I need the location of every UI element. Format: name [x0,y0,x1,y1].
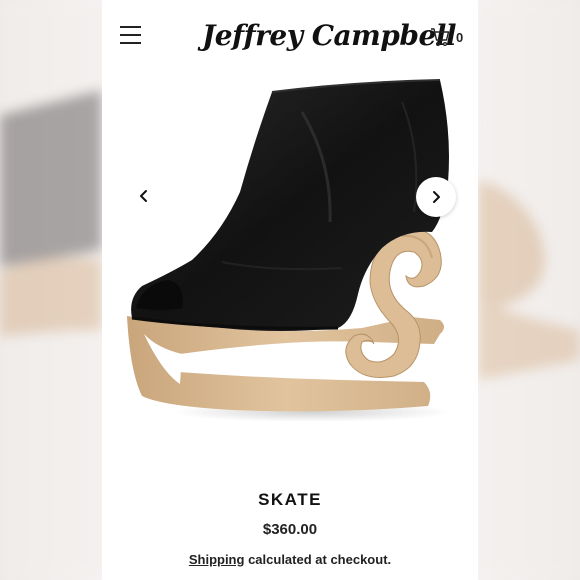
brand-logo[interactable]: Jeffrey Campbell [202,14,457,58]
screenshot-frame: Jeffrey Campbell 0 SKATE $360.00 Shippin… [0,0,580,580]
site-header: Jeffrey Campbell 0 [102,0,478,72]
chevron-left-icon [140,190,147,202]
shipping-note: Shipping calculated at checkout. [102,552,478,567]
product-image [127,79,452,422]
product-page: Jeffrey Campbell 0 SKATE $360.00 Shippin… [102,0,478,580]
blurred-backdrop-left [0,0,102,580]
shipping-note-text: calculated at checkout. [248,552,392,567]
blurred-backdrop-right [478,0,580,580]
cart-icon [431,28,450,47]
cart-button[interactable]: 0 [430,26,463,48]
hamburger-menu-icon[interactable] [120,26,144,46]
gallery-next-button[interactable] [416,177,456,217]
product-title: SKATE [258,490,322,509]
product-price: $360.00 [262,521,318,538]
gallery-prev-button[interactable] [132,184,156,208]
shipping-policy-link[interactable]: Shipping [189,552,245,567]
chevron-right-icon [433,191,440,203]
cart-count-badge: 0 [456,29,464,45]
product-image-gallery[interactable] [102,72,478,452]
